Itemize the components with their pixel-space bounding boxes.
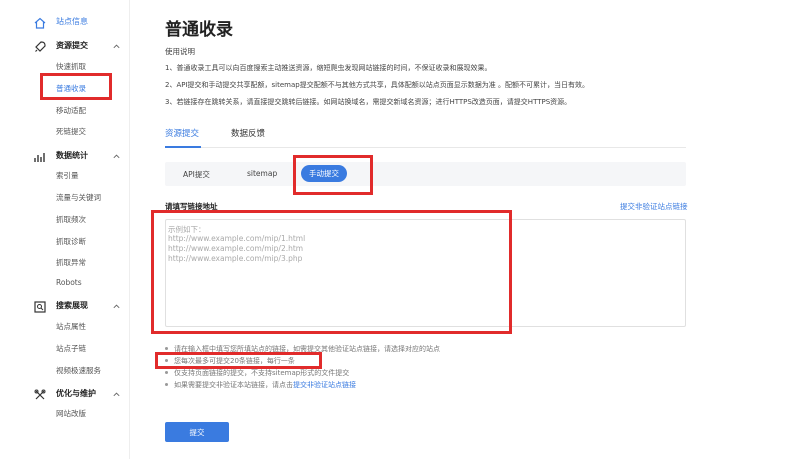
annotation-box	[151, 210, 512, 334]
stats-icon	[34, 153, 45, 162]
chevron-up-icon	[113, 44, 120, 49]
sidebar: 站点信息 资源提交 快速抓取 普通收录 移动适配 死链提交 数据统计 索引量 流…	[0, 0, 130, 459]
usage-line: 3、若链接存在跳转关系，请直接提交跳转后链接。如网站换域名，需提交新域名资源；进…	[165, 98, 572, 106]
submit-method-tabs: API提交 sitemap 手动提交	[165, 162, 686, 186]
chevron-up-icon	[113, 304, 120, 309]
subtab-api[interactable]: API提交	[183, 169, 210, 180]
sidebar-item-video-service[interactable]: 视频极速服务	[56, 365, 101, 376]
usage-label: 使用说明	[165, 47, 195, 56]
sidebar-item-traffic-keywords[interactable]: 流量与关键词	[56, 192, 101, 203]
active-tab-indicator	[165, 146, 201, 148]
sidebar-group-label: 优化与维护	[56, 389, 96, 398]
sidebar-item-crawl-frequency[interactable]: 抓取频次	[56, 214, 86, 225]
chevron-up-icon	[113, 154, 120, 159]
sidebar-group-optimize[interactable]: 优化与维护	[0, 385, 130, 405]
sidebar-item-dead-link[interactable]: 死链提交	[56, 126, 86, 137]
usage-line: 2、API提交和手动提交共享配额，sitemap提交配额不与其他方式共享，具体配…	[165, 81, 589, 89]
sidebar-item-label: 站点信息	[56, 17, 88, 26]
sidebar-item-site-info[interactable]: 站点信息	[0, 13, 130, 33]
sidebar-item-crawl-errors[interactable]: 抓取异常	[56, 257, 86, 268]
note-unverified-link[interactable]: 提交非验证站点链接	[293, 381, 356, 389]
tab-data-feedback[interactable]: 数据反馈	[231, 127, 265, 139]
page-title: 普通收录	[165, 20, 233, 40]
search-display-icon	[34, 301, 46, 313]
main-tabs: 资源提交 数据反馈	[165, 124, 686, 148]
tab-resource-submit[interactable]: 资源提交	[165, 127, 199, 139]
submit-unverified-link[interactable]: 提交非验证站点链接	[620, 201, 688, 212]
subtab-sitemap[interactable]: sitemap	[247, 169, 277, 178]
sidebar-item-mobile-adapt[interactable]: 移动适配	[56, 105, 86, 116]
sidebar-item-index-volume[interactable]: 索引量	[56, 170, 79, 181]
sidebar-group-data-stats[interactable]: 数据统计	[0, 147, 130, 167]
annotation-box	[293, 155, 373, 195]
home-icon	[34, 17, 46, 29]
annotation-box	[155, 352, 322, 369]
sidebar-group-label: 搜索展现	[56, 301, 88, 310]
tools-icon	[34, 389, 46, 400]
note-item: 仅支持页面链接的提交，不支持sitemap形式的文件提交	[165, 368, 349, 378]
sidebar-group-search-display[interactable]: 搜索展现	[0, 297, 130, 317]
chevron-up-icon	[113, 392, 120, 397]
sidebar-group-label: 数据统计	[56, 151, 88, 160]
annotation-box	[40, 73, 112, 100]
sidebar-group-label: 资源提交	[56, 41, 88, 50]
sidebar-item-crawl-diagnosis[interactable]: 抓取诊断	[56, 236, 86, 247]
sidebar-group-resource-submit[interactable]: 资源提交	[0, 37, 130, 57]
sidebar-item-sitelinks[interactable]: 站点子链	[56, 343, 86, 354]
sidebar-item-robots[interactable]: Robots	[56, 278, 82, 287]
usage-line: 1、普通收录工具可以向百度搜索主动推送资源，缩短爬虫发现网站链接的时间，不保证收…	[165, 64, 492, 72]
sidebar-item-site-revision[interactable]: 网站改版	[56, 408, 86, 419]
submit-button[interactable]: 提交	[165, 422, 229, 442]
sidebar-item-quick-crawl[interactable]: 快速抓取	[56, 61, 86, 72]
note-item: 如果需要提交非验证本站链接，请点击提交非验证站点链接	[165, 380, 356, 390]
rocket-icon	[35, 41, 46, 52]
sidebar-item-site-properties[interactable]: 站点属性	[56, 321, 86, 332]
